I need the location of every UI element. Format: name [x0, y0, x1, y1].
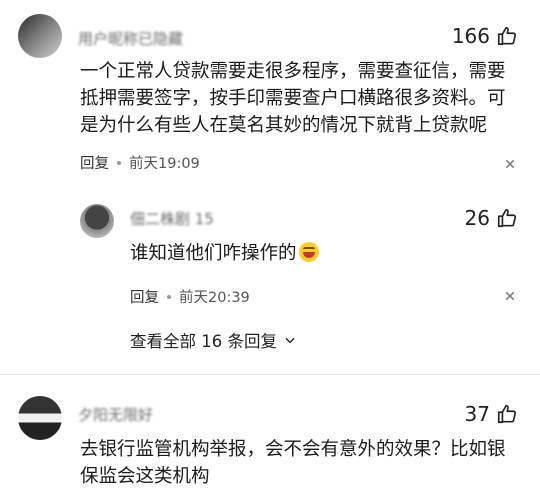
view-all-replies-button[interactable]: 查看全部 16 条回复	[130, 328, 297, 352]
more-options-button[interactable]	[498, 284, 522, 308]
view-all-replies-label: 查看全部 16 条回复	[130, 332, 277, 351]
comment-text: 谁知道他们咋操作的	[130, 240, 510, 267]
like-button[interactable]: 37	[465, 402, 518, 426]
thumbs-up-icon	[497, 404, 517, 424]
comment-text-body: 谁知道他们咋操作的	[130, 243, 297, 264]
reply-button[interactable]: 回复	[130, 286, 159, 307]
more-options-button[interactable]	[498, 152, 522, 176]
separator-dot	[117, 160, 121, 165]
thumbs-up-icon	[497, 26, 517, 46]
like-button[interactable]: 166	[452, 24, 518, 48]
like-count: 26	[464, 206, 490, 230]
comment-username[interactable]: 夕阳无限好	[78, 404, 153, 425]
chevron-down-icon	[285, 337, 295, 344]
more-options-icon	[505, 159, 515, 169]
like-button[interactable]: 26	[465, 206, 518, 230]
comment-text: 一个正常人贷款需要走很多程序，需要查征信，需要抵押需要签字，按手印需要查户口横路…	[80, 61, 506, 136]
separator-dot	[167, 294, 171, 299]
like-count: 166	[451, 24, 490, 48]
comment-meta: 回复 前天19:09	[80, 152, 200, 173]
laughing-emoji-icon	[298, 242, 319, 262]
divider	[0, 374, 540, 375]
reply-button[interactable]: 回复	[80, 152, 109, 173]
like-count: 37	[464, 402, 490, 426]
comment-time: 前天20:39	[179, 290, 250, 306]
comment-username[interactable]: 佃二株剧 15	[130, 208, 214, 229]
avatar[interactable]	[18, 14, 62, 58]
comment-meta: 回复 前天20:39	[130, 286, 250, 307]
more-options-icon	[505, 291, 515, 301]
comment-username[interactable]: 用户昵称已隐藏	[78, 28, 183, 49]
comment-time: 前天19:09	[129, 156, 200, 172]
comment-text: 去银行监管机构举报，会不会有意外的效果？比如银保监会这类机构	[80, 439, 506, 487]
thumbs-up-icon	[497, 208, 517, 228]
avatar[interactable]	[80, 204, 114, 238]
avatar[interactable]	[18, 396, 62, 440]
